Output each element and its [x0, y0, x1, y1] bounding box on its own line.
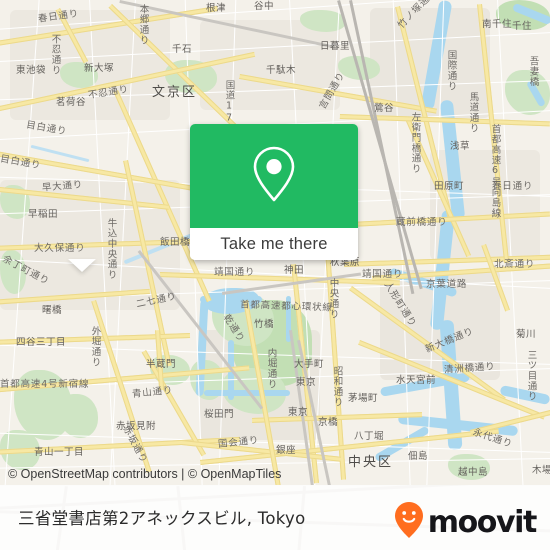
- map-label: 谷中: [254, 1, 275, 12]
- map-label: 国際通り: [445, 50, 457, 92]
- map-label: 千住: [512, 21, 533, 32]
- map-label: 牛込中央通り: [105, 218, 117, 280]
- map-label: 北斎通り: [494, 259, 536, 270]
- map-label: 竹橋: [254, 319, 275, 330]
- map-label: 佃島: [408, 451, 429, 462]
- map-label: 日暮里: [320, 41, 351, 52]
- map-label: 半蔵門: [146, 359, 177, 370]
- map-label: 浅草: [450, 141, 471, 152]
- map-label: 田原町: [434, 181, 465, 192]
- moovit-pin-smile-icon: [394, 501, 424, 544]
- map-label: 飯田橋: [160, 237, 191, 248]
- map-label: 茅場町: [348, 393, 379, 404]
- map-label: 早稲田: [28, 209, 59, 220]
- map-label: 根津: [206, 3, 227, 14]
- map-label: 東京: [288, 407, 309, 418]
- map-label: 三ツ目通り: [525, 350, 537, 402]
- map-label: 青山一丁目: [34, 447, 85, 458]
- take-me-there-label: Take me there: [220, 234, 328, 253]
- map-label: 首都高速6号向島線: [489, 124, 501, 219]
- map-label: 靖国通り: [362, 269, 404, 280]
- map-label: 大手町: [294, 359, 325, 370]
- callout-pointer-tail: [68, 259, 96, 272]
- map-label: 茗荷谷: [56, 97, 87, 108]
- map-label: 越中島: [458, 467, 489, 478]
- take-me-there-callout[interactable]: Take me there: [190, 124, 358, 260]
- map-label: 京葉道路: [426, 279, 468, 290]
- map-label: 新大塚: [84, 63, 115, 74]
- map-label: 京橋: [318, 417, 339, 428]
- map-district-label: 中央区: [348, 455, 394, 470]
- map-district-label: 文京区: [152, 85, 198, 100]
- callout-pin-panel: [190, 124, 358, 228]
- callout-cta-panel[interactable]: Take me there: [190, 228, 358, 260]
- map-label: 桜田門: [204, 409, 235, 420]
- map-label: 吾妻橋: [527, 56, 539, 87]
- map-label: 首都高速4号新宿線: [0, 379, 90, 390]
- map-label: 昭和通り: [331, 366, 343, 408]
- map-label: 千駄木: [266, 65, 297, 76]
- map-label: 蔵前橋通り: [396, 217, 448, 228]
- map-label: 東池袋: [16, 65, 47, 76]
- moovit-map-screenshot: 文京区 中央区 春日通り 千石 東池袋 新大塚 千駄木 日暮里 南千住 不忍通り…: [0, 0, 550, 550]
- map-label: 不忍通り: [49, 34, 61, 76]
- map-label: 中央通り: [327, 278, 339, 320]
- map-label: 菊川: [516, 329, 537, 340]
- map-label: 馬道通り: [467, 92, 479, 134]
- map-label: 東京: [296, 377, 317, 388]
- map-label: 鶯谷: [374, 103, 395, 114]
- moovit-wordmark: moovit: [427, 504, 538, 540]
- map-label: 水天宮前: [396, 375, 437, 386]
- map-pin-icon: [251, 145, 297, 208]
- map-label: 神田: [284, 265, 305, 276]
- map-label: 木場: [532, 465, 550, 476]
- map-label: 大久保通り: [34, 243, 86, 254]
- place-title: 三省堂書店第2アネックスビル, Tokyo: [18, 509, 306, 528]
- map-label: 八丁堀: [354, 431, 385, 442]
- map-attribution[interactable]: © OpenStreetMap contributors | © OpenMap…: [8, 467, 281, 481]
- map-label: 銀座: [276, 445, 297, 456]
- map-label: 左衛門橋通り: [409, 112, 421, 174]
- map-label: 四谷三丁目: [16, 337, 67, 348]
- map-label: 千石: [172, 44, 193, 55]
- moovit-brand[interactable]: moovit: [394, 501, 538, 544]
- map-label: 靖国通り: [214, 267, 256, 278]
- map-label: 外堀通り: [89, 326, 101, 368]
- map-label: 内堀通り: [265, 348, 277, 390]
- map-label: 南千住: [482, 19, 513, 30]
- map-label: 本郷通り: [137, 4, 149, 46]
- map-label: 曙橋: [42, 305, 63, 316]
